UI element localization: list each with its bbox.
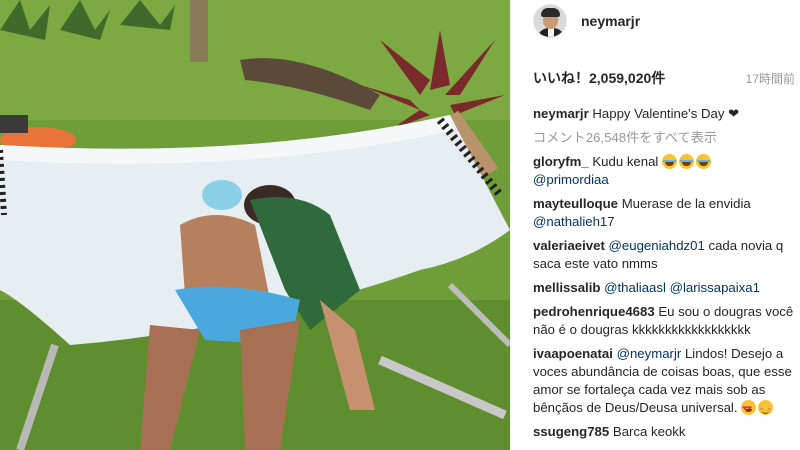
comment-text: Kudu kenal [592,154,659,169]
comment-username[interactable]: ssugeng785 [533,424,609,439]
post-side-panel: neymarjr いいね！2,059,020件 17時間前 neymarjr H… [510,0,800,450]
comment-item: ssugeng785 Barca keokk [533,423,795,441]
comment-text: Barca keokk [612,424,686,439]
likes-row: いいね！2,059,020件 17時間前 [533,68,795,88]
comment-username[interactable]: gloryfm_ [533,154,589,169]
comment-item: pedrohenrique4683 Eu sou o dougras você … [533,303,795,339]
heart-eyes-emoji-icon [741,400,757,418]
joy-emoji-icon [679,154,695,169]
joy-emoji-icon [662,154,678,169]
comment-item: valeriaeivet @eugeniahdz01 cada novia q … [533,237,795,273]
hammock-photo-image [0,0,510,450]
comment-username[interactable]: valeriaeivet [533,238,605,253]
avatar[interactable] [533,4,567,38]
comment-text: Muerase de la envidia [621,196,751,211]
comment-mention[interactable]: @eugeniahdz01 [609,238,705,253]
comment-item: ivaapoenatai @neymarjr Lindos! Desejo a … [533,345,795,418]
blush-emoji-icon [758,400,774,415]
comment-mention[interactable]: @neymarjr [617,346,682,361]
comment-mention[interactable]: @thaliaasl [604,280,666,295]
comment-item: mellissalib @thaliaasl @larissapaixa1 [533,279,795,297]
likes-count[interactable]: いいね！2,059,020件 [533,68,665,88]
post-header: neymarjr [511,0,800,42]
post-author-username[interactable]: neymarjr [581,13,640,29]
post-photo[interactable] [0,0,510,450]
comment-mention[interactable]: @primordiaa [533,172,609,187]
comment-mention-second[interactable]: @larissapaixa1 [670,280,760,295]
comment-mention[interactable]: @nathalieh17 [533,214,615,229]
comment-item: mayteulloque Muerase de la envidia @nath… [533,195,795,231]
caption: neymarjr Happy Valentine's Day ❤ [533,105,795,123]
comment-item: gloryfm_ Kudu kenal @primordiaa [533,153,795,189]
comment-username[interactable]: mellissalib [533,280,600,295]
comment-username[interactable]: ivaapoenatai [533,346,613,361]
comment-username[interactable]: pedrohenrique4683 [533,304,655,319]
caption-text: Happy Valentine's Day ❤ [592,106,740,121]
comment-username[interactable]: mayteulloque [533,196,618,211]
comments-list: neymarjr Happy Valentine's Day ❤ コメント26,… [533,105,795,447]
joy-emoji-icon [696,154,712,169]
caption-username[interactable]: neymarjr [533,106,589,121]
post-timestamp[interactable]: 17時間前 [746,70,795,87]
view-all-comments-link[interactable]: コメント26,548件をすべて表示 [533,129,795,147]
